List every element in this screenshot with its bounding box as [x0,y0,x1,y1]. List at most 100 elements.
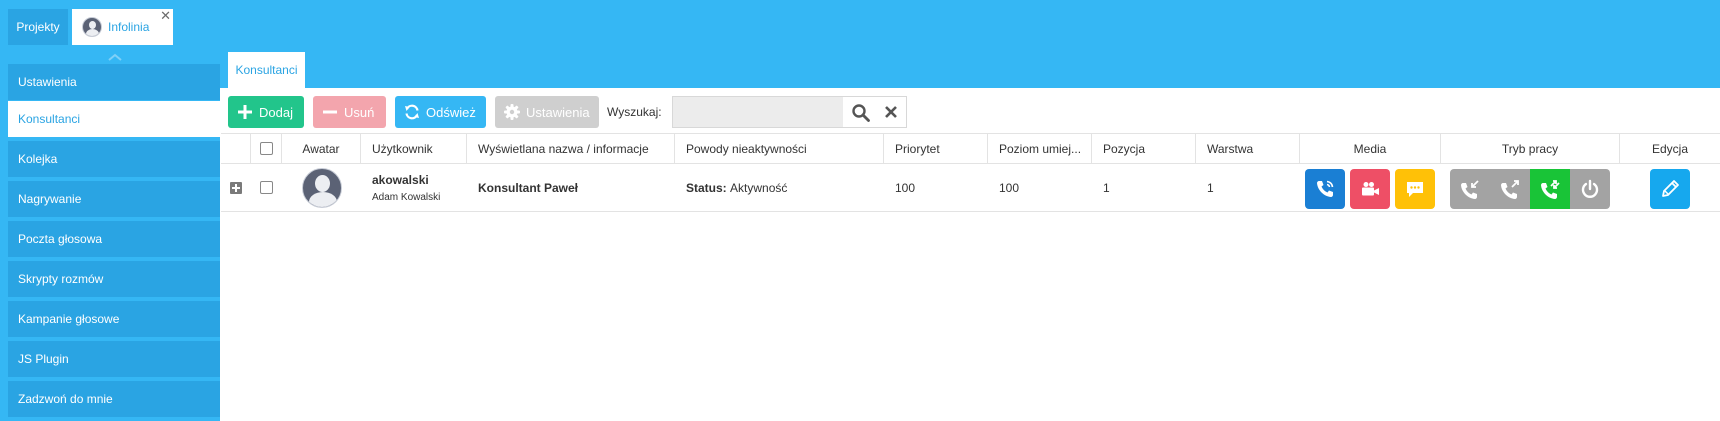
sidebar-item-js-plugin[interactable]: JS Plugin [8,341,220,377]
select-all-checkbox[interactable] [259,142,273,155]
top-bar: Projekty Infolinia ✕ [0,0,1720,52]
row-priority-cell: 100 [884,164,988,211]
table-header: Awatar Użytkownik Wyświetlana nazwa / in… [221,133,1720,164]
work-mode-power-button[interactable] [1570,169,1610,209]
header-edit: Edycja [1620,134,1720,163]
row-display-name-cell: Konsultant Paweł [467,164,675,211]
sidebar-item-poczta-glosowa[interactable]: Poczta głosowa [8,221,220,257]
layer-value: 1 [1207,180,1214,195]
row-user-cell: akowalski Adam Kowalski [361,164,467,211]
status-label: Status: [686,180,727,195]
search-input[interactable] [673,97,843,127]
sidebar-item-label: Zadzwoń do mnie [18,392,113,406]
gear-icon [504,104,520,120]
tab-infolinia-label: Infolinia [108,20,150,34]
header-user[interactable]: Użytkownik [361,134,467,163]
row-inactivity-cell: Status: Aktywność [675,164,884,211]
header-priority-label: Priorytet [895,141,940,156]
user-login: akowalski [372,172,429,187]
sidebar: Ustawienia Konsultanci Kolejka Nagrywani… [0,52,220,421]
sidebar-item-label: Kampanie głosowe [18,312,120,326]
sidebar-item-ustawienia[interactable]: Ustawienia [8,64,220,100]
tab-infolinia[interactable]: Infolinia ✕ [72,9,173,45]
header-skill-level[interactable]: Poziom umiej... [988,134,1092,163]
add-button-label: Dodaj [259,104,293,120]
row-skill-level-cell: 100 [988,164,1092,211]
work-mode-inbound-outbound-button[interactable] [1530,169,1570,209]
row-layer-cell: 1 [1196,164,1300,211]
project-avatar-icon [82,17,102,37]
header-expand-cell [221,134,251,163]
header-position[interactable]: Pozycja [1092,134,1196,163]
media-chat-button[interactable] [1395,169,1435,209]
expand-row-icon[interactable] [230,181,242,194]
phone-outgoing-icon [1501,180,1519,199]
user-full-name: Adam Kowalski [372,191,441,203]
row-checkbox[interactable] [260,181,273,194]
sidebar-item-label: Kolejka [18,152,58,166]
sidebar-item-label: Skrypty rozmów [18,272,104,286]
edit-button[interactable] [1650,169,1690,209]
work-mode-outgoing-button[interactable] [1490,169,1530,209]
sidebar-item-label: Konsultanci [18,112,81,126]
chat-icon [1407,182,1423,197]
pencil-icon [1662,180,1679,197]
skill-level-value: 100 [999,180,1020,195]
row-expand-cell [221,164,251,211]
sidebar-item-zadzwon-do-mnie[interactable]: Zadzwoń do mnie [8,381,220,417]
close-tab-icon[interactable]: ✕ [160,9,171,23]
media-video-button[interactable] [1350,169,1390,209]
tab-projects[interactable]: Projekty [8,9,68,45]
header-display-name[interactable]: Wyświetlana nazwa / informacje [467,134,675,163]
row-select-cell [251,164,282,211]
power-icon [1581,179,1599,198]
work-mode-incoming-button[interactable] [1450,169,1490,209]
content-header: Konsultanci [220,52,1720,88]
tab-konsultanci-label: Konsultanci [235,63,298,77]
sidebar-item-konsultanci[interactable]: Konsultanci [8,101,220,137]
header-position-label: Pozycja [1103,141,1146,156]
clear-icon[interactable] [883,104,899,120]
header-avatar-label: Awatar [302,141,340,156]
header-inactivity[interactable]: Powody nieaktywności [675,134,884,163]
sidebar-item-kolejka[interactable]: Kolejka [8,141,220,177]
header-work-mode-label: Tryb pracy [1501,141,1559,156]
refresh-icon [404,104,420,120]
delete-button[interactable]: Usuń [313,96,386,128]
header-layer-label: Warstwa [1207,141,1254,156]
header-edit-label: Edycja [1651,141,1689,156]
tab-konsultanci[interactable]: Konsultanci [228,52,305,88]
search-label: Wyszukaj: [607,105,662,119]
row-avatar-cell [282,164,361,211]
refresh-button[interactable]: Odśwież [395,96,486,128]
sidebar-item-kampanie-glosowe[interactable]: Kampanie głosowe [8,301,220,337]
header-avatar[interactable]: Awatar [282,134,361,163]
search-icon[interactable] [851,103,871,123]
avatar [301,167,342,208]
settings-button-label: Ustawienia [526,104,590,120]
media-phone-button[interactable] [1305,169,1345,209]
table-row[interactable]: akowalski Adam Kowalski Konsultant Paweł… [221,164,1720,212]
sidebar-item-label: Ustawienia [18,75,77,89]
search-box [672,96,907,128]
display-name: Konsultant Paweł [478,180,579,195]
phone-inbound-outbound-icon [1541,180,1560,199]
sidebar-item-skrypty-rozmow[interactable]: Skrypty rozmów [8,261,220,297]
header-skill-level-label: Poziom umiej... [999,141,1082,156]
sidebar-item-nagrywanie[interactable]: Nagrywanie [8,181,220,217]
collapse-caret-icon[interactable] [106,52,124,62]
header-user-label: Użytkownik [372,141,433,156]
status-value: Aktywność [730,180,788,195]
priority-value: 100 [895,180,916,195]
header-layer[interactable]: Warstwa [1196,134,1300,163]
header-media-label: Media [1353,141,1387,156]
add-button[interactable]: Dodaj [228,96,304,128]
minus-icon [322,104,338,120]
sidebar-item-label: Poczta głosowa [18,232,103,246]
header-inactivity-label: Powody nieaktywności [686,141,807,156]
header-priority[interactable]: Priorytet [884,134,988,163]
phone-incoming-icon [1461,180,1479,199]
settings-button[interactable]: Ustawienia [495,96,599,128]
phone-icon [1317,180,1334,197]
refresh-button-label: Odśwież [426,104,476,120]
